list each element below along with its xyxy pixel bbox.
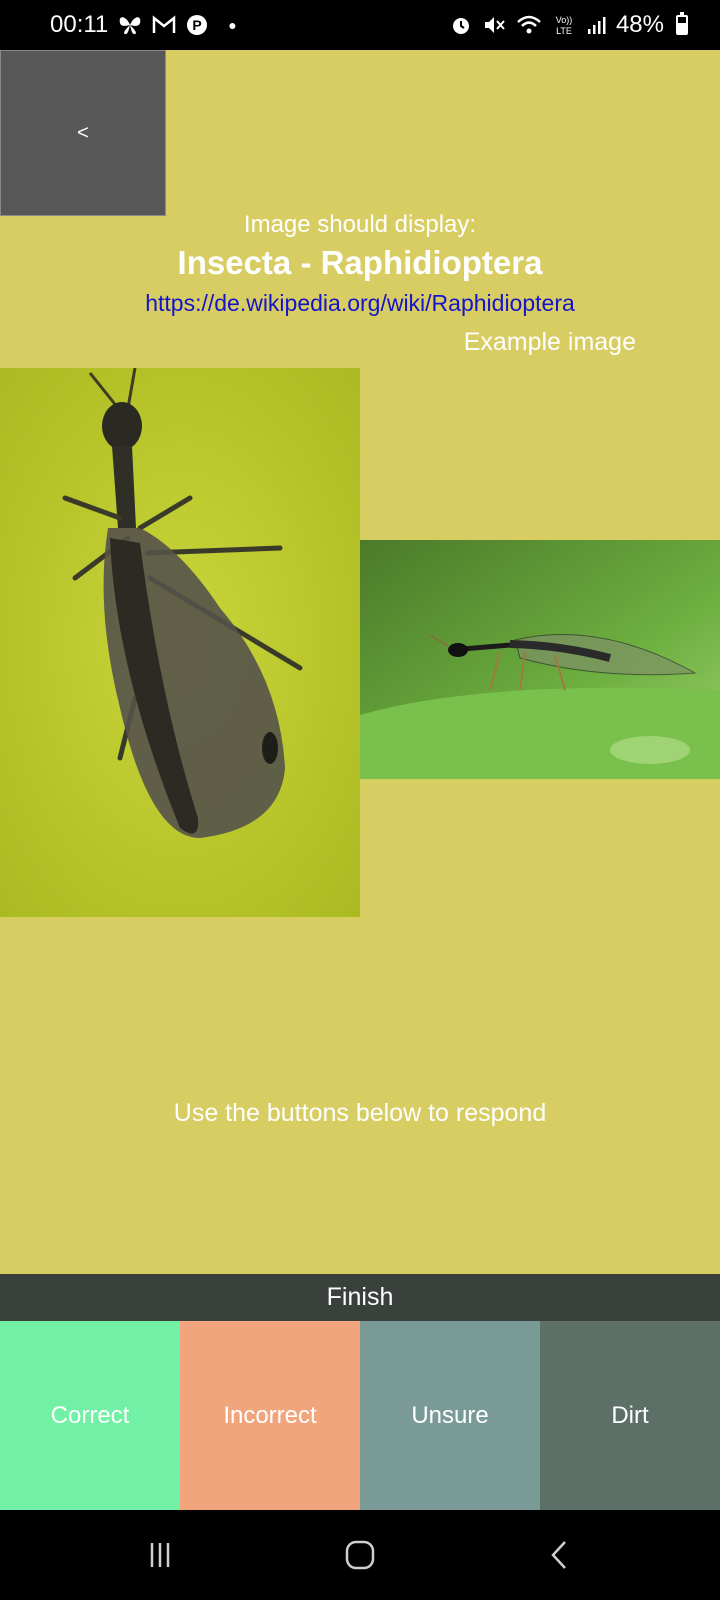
mail-icon [152, 15, 176, 35]
signal-icon [586, 14, 606, 36]
back-nav-icon[interactable] [530, 1525, 590, 1585]
prompt-text: Image should display: [243, 211, 477, 238]
incorrect-button[interactable]: Incorrect [180, 1321, 360, 1510]
wifi-icon [516, 14, 542, 36]
recent-apps-icon[interactable] [130, 1525, 190, 1585]
species-title: Insecta - Raphidioptera [177, 244, 543, 281]
finish-button[interactable]: Finish [0, 1274, 720, 1321]
home-icon[interactable] [330, 1525, 390, 1585]
butterfly-icon [118, 15, 142, 35]
unsure-button[interactable]: Unsure [360, 1321, 540, 1510]
submitted-photo [0, 368, 360, 917]
dot-icon: ● [228, 17, 237, 33]
volte-icon: Vo)) LTE [552, 14, 576, 36]
back-button[interactable]: < [0, 50, 166, 216]
instructions-text: Use the buttons below to respond [173, 1099, 547, 1127]
response-buttons: Correct Incorrect Unsure Dirt [0, 1321, 720, 1510]
correct-button[interactable]: Correct [0, 1321, 180, 1510]
pinterest-icon: P [186, 14, 208, 36]
svg-text:P: P [193, 17, 202, 33]
example-image-label: Example image [463, 328, 636, 356]
status-right: Vo)) LTE 48% [450, 11, 688, 39]
status-left: 00:11 P ● [50, 11, 237, 39]
clock: 00:11 [50, 11, 109, 38]
battery-percent: 48% [615, 11, 664, 38]
battery-icon [676, 12, 688, 35]
svg-text:Vo)): Vo)) [556, 15, 573, 25]
dirt-button[interactable]: Dirt [540, 1321, 720, 1510]
navigation-bar [0, 1510, 720, 1600]
svg-text:LTE: LTE [556, 26, 572, 36]
mute-icon [482, 14, 506, 36]
wikipedia-link[interactable]: https://de.wikipedia.org/wiki/Raphidiopt… [0, 290, 720, 317]
example-photo [360, 540, 720, 779]
alarm-icon [450, 14, 472, 36]
status-bar: 00:11 P ● Vo)) LTE 48% [0, 0, 720, 50]
